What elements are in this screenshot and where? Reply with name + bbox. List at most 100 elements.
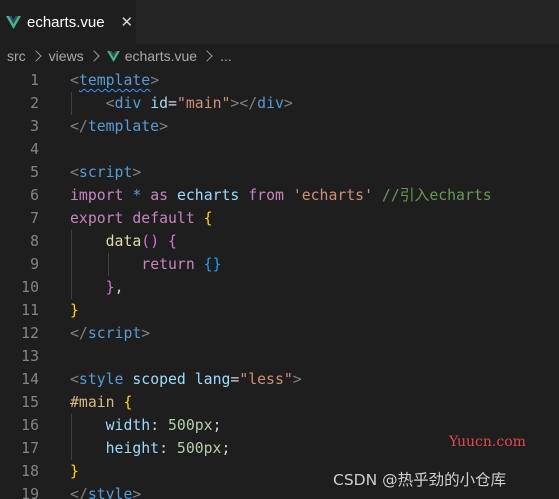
- code-token: >: [141, 325, 151, 342]
- code-token: {: [123, 394, 133, 411]
- code-line[interactable]: 5 <script>: [0, 161, 559, 184]
- line-number: 2: [30, 95, 39, 112]
- code-token: style: [78, 371, 124, 388]
- code-token: data: [105, 233, 142, 250]
- code-token: </: [70, 486, 88, 499]
- code-token: :: [150, 417, 169, 434]
- line-number: 19: [21, 486, 39, 499]
- chevron-right-icon: [201, 50, 213, 62]
- code-line[interactable]: 11}: [0, 299, 559, 322]
- code-token: default: [132, 210, 195, 227]
- code-line[interactable]: 10 },: [0, 276, 559, 299]
- breadcrumb-item-more[interactable]: ...: [220, 48, 232, 64]
- vue-icon: [106, 50, 120, 62]
- site-watermark: Yuucn.com: [449, 434, 526, 450]
- code-text: export default {: [70, 207, 213, 230]
- code-line[interactable]: 1 <template>: [0, 69, 559, 92]
- code-token: 500px: [176, 440, 222, 457]
- code-token: lang: [194, 371, 231, 388]
- code-token: scoped: [132, 371, 186, 388]
- code-line[interactable]: 8 data() {: [0, 230, 559, 253]
- code-text: import * as echarts from 'echarts' //引入e…: [70, 184, 492, 207]
- line-number: 13: [21, 348, 39, 365]
- code-token: return: [141, 256, 195, 273]
- code-token: ,: [114, 279, 124, 296]
- code-token: template: [87, 118, 160, 135]
- code-token: #main: [70, 394, 115, 411]
- code-token: =: [168, 95, 177, 112]
- code-token: div: [257, 95, 284, 112]
- code-text: }: [70, 299, 79, 322]
- code-line[interactable]: 9 return {}: [0, 253, 559, 276]
- code-token: >: [150, 72, 160, 89]
- code-token: as: [150, 187, 169, 204]
- code-token: =: [230, 371, 240, 388]
- code-token: width: [105, 417, 151, 434]
- code-token: id: [150, 95, 169, 112]
- close-icon[interactable]: ✕: [121, 13, 134, 31]
- line-number: 11: [21, 302, 39, 319]
- code-token: <: [70, 72, 79, 89]
- code-text: },: [70, 276, 124, 299]
- code-token: :: [159, 440, 177, 457]
- line-number: 4: [30, 141, 39, 158]
- code-line[interactable]: 12 </script>: [0, 322, 559, 345]
- code-token: <: [70, 164, 79, 181]
- code-text: return {}: [70, 253, 221, 276]
- tab-bar: echarts.vue ✕: [0, 0, 559, 44]
- code-token: *: [132, 187, 142, 204]
- code-line[interactable]: 2 <div id="main"></div>: [0, 92, 559, 115]
- tab-echarts-vue[interactable]: echarts.vue ✕: [0, 0, 136, 44]
- code-text: }: [70, 460, 79, 483]
- line-number: 1: [30, 72, 39, 89]
- line-number: 3: [30, 118, 39, 135]
- code-token: >: [283, 95, 293, 112]
- line-number: 15: [21, 394, 39, 411]
- code-token: from: [248, 187, 284, 204]
- code-token: "less": [239, 371, 293, 388]
- csdn-watermark: CSDN @热乎劲的小仓库: [333, 471, 507, 489]
- line-number: 14: [21, 371, 39, 388]
- code-line[interactable]: 4: [0, 138, 559, 161]
- code-token: ></: [230, 95, 258, 112]
- code-token: >: [292, 371, 302, 388]
- code-token: }: [70, 302, 79, 319]
- breadcrumb-item-src[interactable]: src: [7, 48, 26, 64]
- code-text: <style scoped lang="less">: [70, 368, 302, 391]
- code-text: <template>: [70, 69, 159, 92]
- code-line[interactable]: 6 import * as echarts from 'echarts' //引入…: [0, 184, 559, 207]
- code-token: //引入echarts: [381, 187, 492, 204]
- code-token: 'echarts': [292, 187, 373, 204]
- code-token: script: [87, 325, 142, 342]
- code-token: }: [70, 463, 79, 480]
- code-token: "main": [176, 95, 231, 112]
- code-line[interactable]: 3 </template>: [0, 115, 559, 138]
- code-token: export: [70, 210, 124, 227]
- code-line[interactable]: 7 export default {: [0, 207, 559, 230]
- line-number: 6: [30, 187, 39, 204]
- chevron-right-icon: [88, 50, 100, 62]
- breadcrumb-item-file[interactable]: echarts.vue: [125, 48, 197, 64]
- code-line[interactable]: 15 #main {: [0, 391, 559, 414]
- line-number: 12: [21, 325, 39, 342]
- code-line[interactable]: 13: [0, 345, 559, 368]
- code-token: script: [78, 164, 133, 181]
- code-token: <: [70, 371, 79, 388]
- line-number: 9: [30, 256, 39, 273]
- code-text: height: 500px;: [70, 437, 231, 460]
- breadcrumb-item-views[interactable]: views: [49, 48, 84, 64]
- code-line[interactable]: 14 <style scoped lang="less">: [0, 368, 559, 391]
- code-token: >: [132, 164, 142, 181]
- code-text: width: 500px;: [70, 414, 222, 437]
- code-token: 500px: [168, 417, 213, 434]
- code-token: {: [203, 210, 213, 227]
- line-number: 7: [30, 210, 39, 227]
- code-token: <: [105, 95, 115, 112]
